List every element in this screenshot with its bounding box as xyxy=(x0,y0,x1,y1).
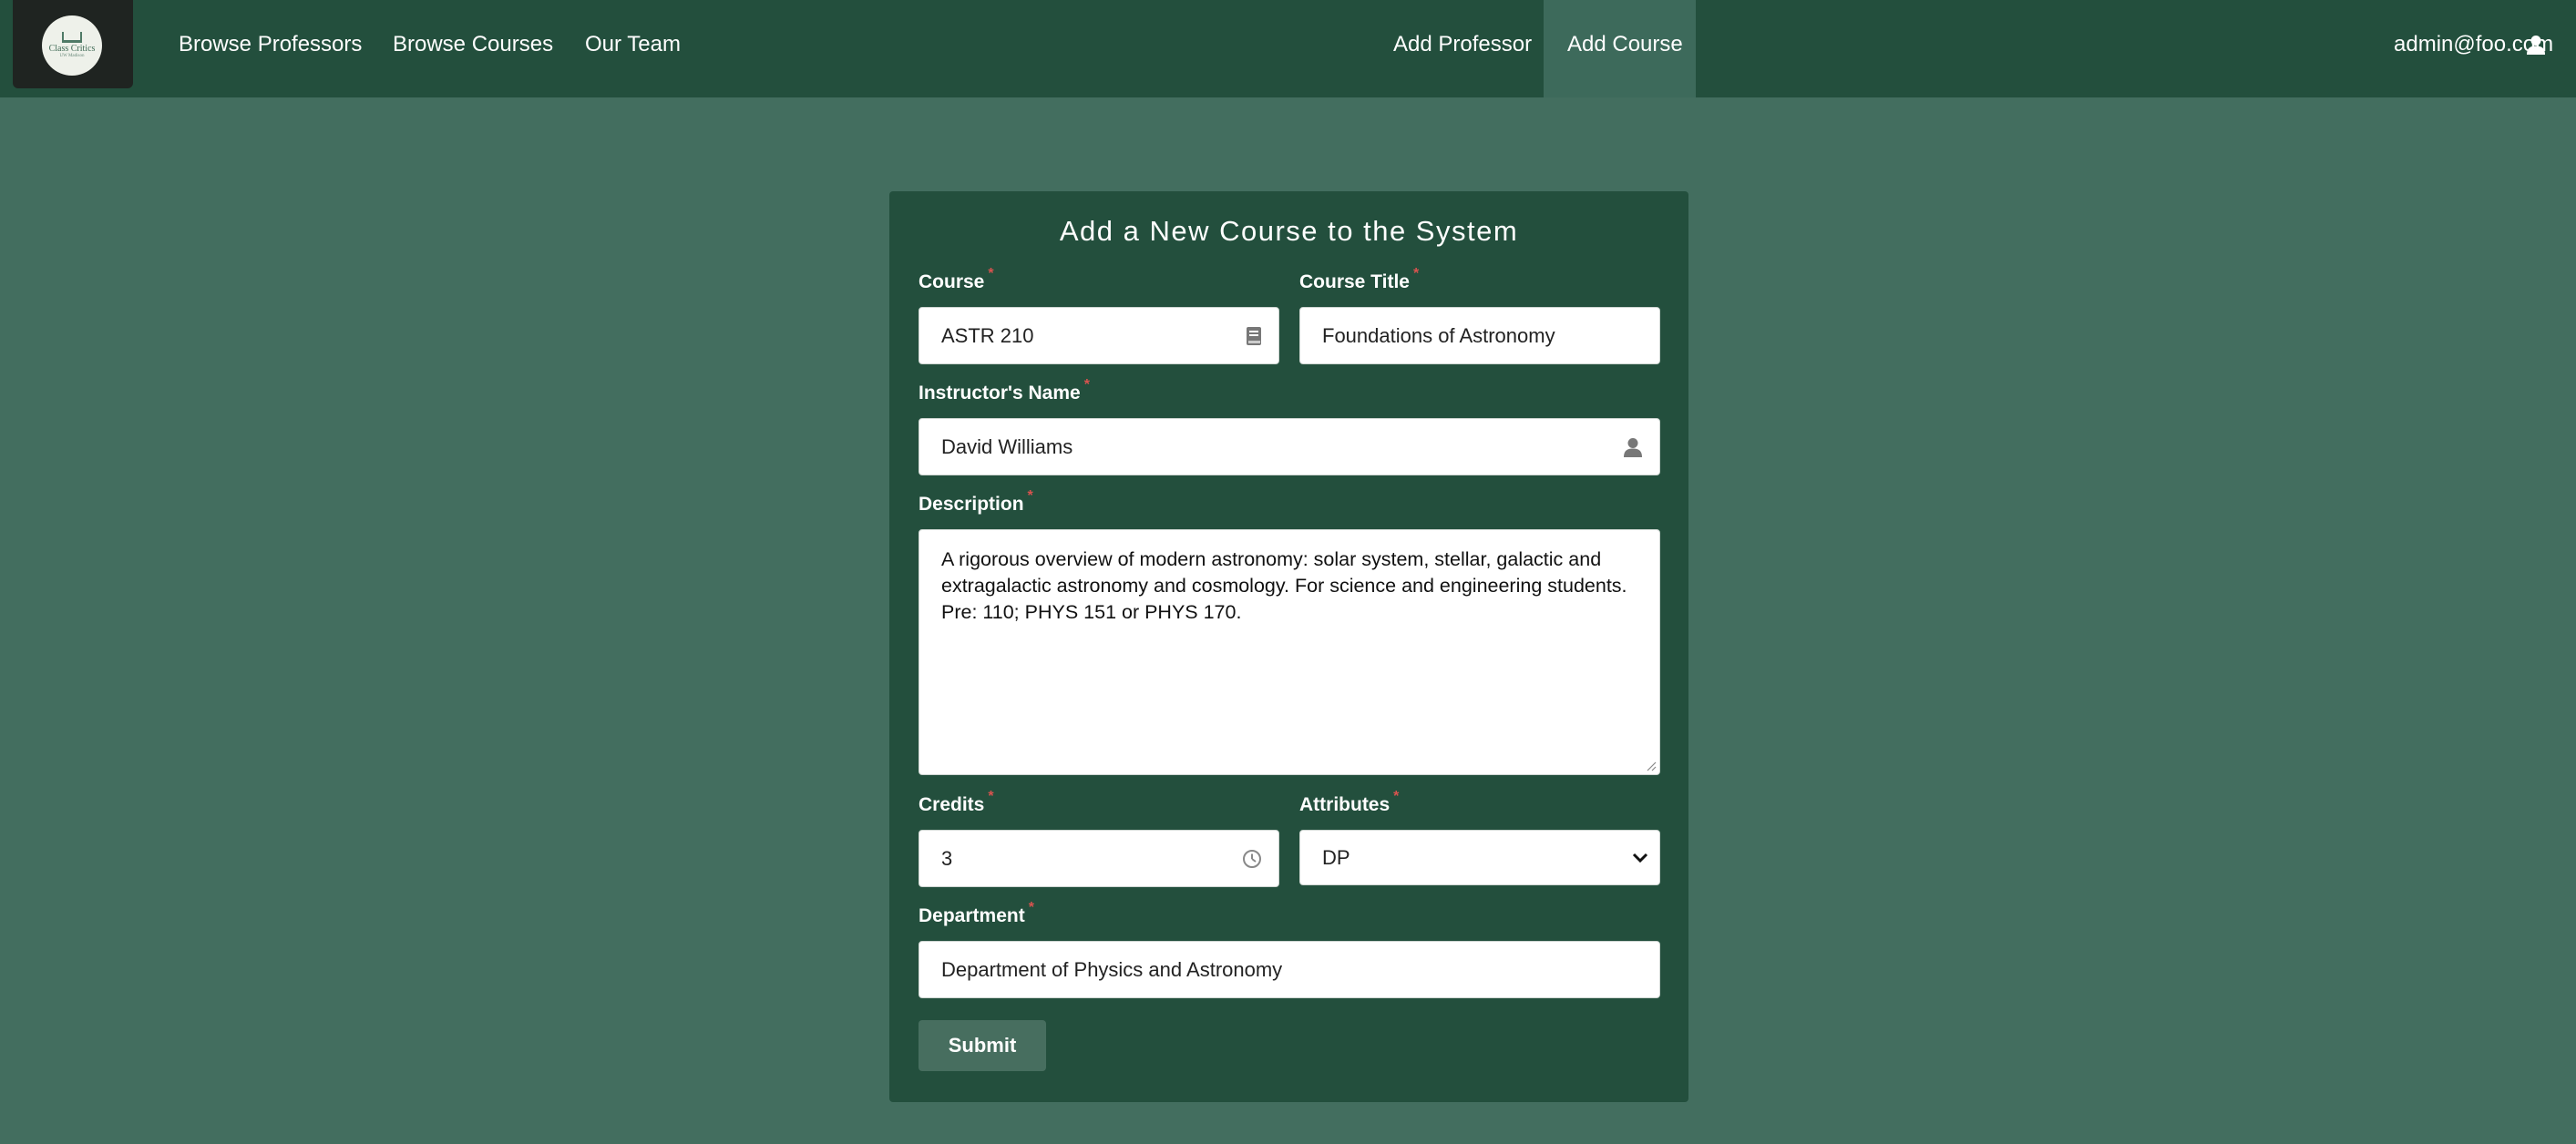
attributes-value: DP xyxy=(1322,845,1350,869)
navbar: Class Critics UW Madison Browse Professo… xyxy=(0,0,2576,97)
description-value: A rigorous overview of modern astronomy:… xyxy=(941,548,1627,623)
credits-label: Credits * xyxy=(919,789,994,816)
course-title-label-text: Course Title xyxy=(1299,271,1410,292)
course-value: ASTR 210 xyxy=(941,323,1034,347)
user-icon[interactable] xyxy=(2526,35,2546,55)
logo-subtext: UW Madison xyxy=(59,54,85,58)
person-icon xyxy=(1624,437,1642,457)
credits-value: 3 xyxy=(941,846,953,870)
department-label-text: Department xyxy=(919,905,1025,926)
nav-browse-professors[interactable]: Browse Professors xyxy=(179,0,362,97)
credits-label-text: Credits xyxy=(919,794,985,815)
book-icon xyxy=(1247,326,1261,345)
course-title-input[interactable]: Foundations of Astronomy xyxy=(1299,307,1660,364)
instructor-label: Instructor's Name * xyxy=(919,377,1090,404)
submit-button[interactable]: Submit xyxy=(919,1020,1046,1071)
course-label: Course * xyxy=(919,266,994,293)
credits-input[interactable]: 3 xyxy=(919,830,1279,887)
instructor-input[interactable]: David Williams xyxy=(919,418,1660,475)
required-mark: * xyxy=(1083,377,1090,393)
course-title-label: Course Title * xyxy=(1299,266,1419,293)
course-label-text: Course xyxy=(919,271,985,292)
description-label-text: Description xyxy=(919,494,1024,515)
required-mark: * xyxy=(1412,266,1420,281)
instructor-label-text: Instructor's Name xyxy=(919,383,1081,403)
add-course-form: Add a New Course to the System Course * A… xyxy=(889,191,1688,1102)
attributes-label: Attributes * xyxy=(1299,789,1399,816)
building-icon xyxy=(62,32,82,43)
course-title-value: Foundations of Astronomy xyxy=(1322,323,1555,347)
department-label: Department * xyxy=(919,900,1034,927)
logo-text: Class Critics xyxy=(48,44,96,54)
nav-browse-courses[interactable]: Browse Courses xyxy=(393,0,553,97)
department-input[interactable]: Department of Physics and Astronomy xyxy=(919,941,1660,998)
required-mark: * xyxy=(1028,900,1034,915)
resize-handle-icon[interactable] xyxy=(1646,761,1657,771)
course-input[interactable]: ASTR 210 xyxy=(919,307,1279,364)
nav-add-course[interactable]: Add Course xyxy=(1567,0,1683,97)
required-mark: * xyxy=(988,789,994,804)
chevron-down-icon xyxy=(1632,853,1648,863)
description-textarea[interactable]: A rigorous overview of modern astronomy:… xyxy=(919,529,1660,775)
department-value: Department of Physics and Astronomy xyxy=(941,957,1283,981)
logo-badge: Class Critics UW Madison xyxy=(42,15,102,76)
nav-add-professor[interactable]: Add Professor xyxy=(1393,0,1532,97)
required-mark: * xyxy=(1393,789,1400,804)
form-title: Add a New Course to the System xyxy=(1059,215,1519,247)
attributes-select[interactable]: DP xyxy=(1299,830,1660,885)
description-label: Description * xyxy=(919,488,1033,516)
clock-icon xyxy=(1243,849,1261,868)
required-mark: * xyxy=(1027,488,1033,504)
logo[interactable]: Class Critics UW Madison xyxy=(13,0,133,88)
attributes-label-text: Attributes xyxy=(1299,794,1391,815)
nav-our-team[interactable]: Our Team xyxy=(585,0,681,97)
instructor-value: David Williams xyxy=(941,434,1073,458)
required-mark: * xyxy=(988,266,994,281)
